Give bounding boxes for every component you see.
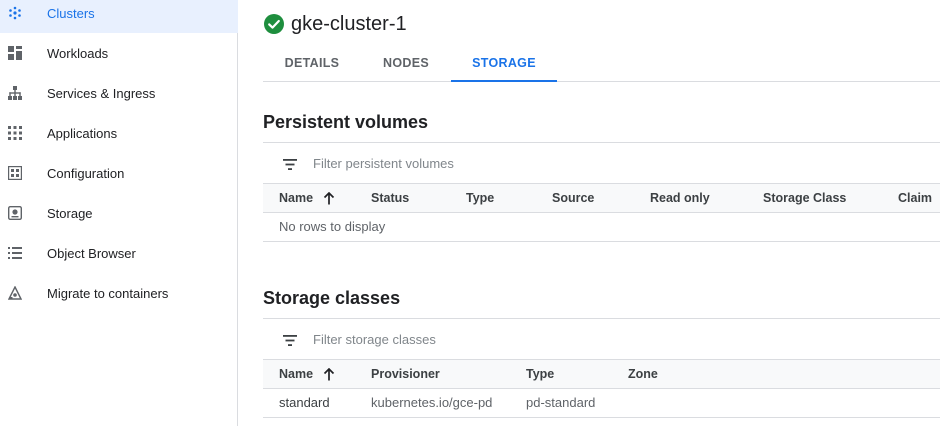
sidebar-item-storage[interactable]: Storage	[0, 193, 238, 233]
check-circle-icon	[264, 14, 284, 34]
workloads-icon	[7, 45, 23, 61]
tab-bar: DETAILS NODES STORAGE	[263, 44, 940, 82]
storage-classes-table-header: Name Provisioner Type Zone	[263, 359, 940, 389]
storage-classes-filter	[263, 318, 940, 359]
configuration-icon	[7, 165, 23, 181]
sidebar-item-label: Object Browser	[47, 245, 136, 261]
column-header-storage-class[interactable]: Storage Class	[763, 184, 846, 212]
page-header: gke-cluster-1	[264, 11, 407, 37]
arrow-up-icon	[323, 367, 335, 381]
sidebar-item-applications[interactable]: Applications	[0, 113, 238, 153]
storage-classes-title: Storage classes	[263, 288, 401, 308]
tab-nodes[interactable]: NODES	[361, 44, 451, 81]
empty-row: No rows to display	[263, 212, 940, 242]
sidebar-item-object-browser[interactable]: Object Browser	[0, 233, 238, 273]
column-header-label: Name	[279, 367, 314, 381]
filter-persistent-volumes-input[interactable]	[313, 153, 713, 173]
filter-storage-classes-input[interactable]	[313, 329, 713, 349]
tab-details[interactable]: DETAILS	[263, 44, 361, 81]
sidebar-item-label: Services & Ingress	[47, 85, 156, 101]
arrow-up-icon	[323, 191, 335, 205]
table-row[interactable]: standard kubernetes.io/gce-pd pd-standar…	[263, 388, 940, 418]
column-header-label: Name	[279, 191, 314, 205]
sidebar-item-services-ingress[interactable]: Services & Ingress	[0, 73, 238, 113]
page-title: gke-cluster-1	[291, 12, 407, 35]
storage-class-type: pd-standard	[526, 395, 596, 410]
column-header-claim[interactable]: Claim	[898, 184, 932, 212]
persistent-volumes-filter	[263, 142, 940, 183]
tab-storage[interactable]: STORAGE	[451, 44, 557, 82]
sidebar-item-label: Migrate to containers	[47, 285, 169, 301]
sidebar-item-workloads[interactable]: Workloads	[0, 33, 238, 73]
filter-icon[interactable]	[283, 333, 299, 346]
sidebar-item-label: Workloads	[47, 45, 109, 61]
sidebar-item-label: Applications	[47, 125, 118, 141]
column-header-read-only[interactable]: Read only	[650, 184, 710, 212]
sidebar-item-clusters[interactable]: Clusters	[0, 0, 238, 33]
storage-class-provisioner: kubernetes.io/gce-pd	[371, 395, 493, 410]
services-icon	[7, 85, 23, 101]
storage-class-name[interactable]: standard	[279, 388, 330, 417]
clusters-icon	[7, 5, 23, 21]
sidebar-item-label: Clusters	[47, 5, 95, 21]
storage-icon	[7, 205, 23, 221]
column-header-name[interactable]: Name	[279, 360, 335, 388]
sidebar: Clusters Workloads Services & Ingress Ap…	[0, 0, 238, 426]
persistent-volumes-table-header: Name Status Type Source Read only Storag…	[263, 183, 940, 213]
persistent-volumes-title: Persistent volumes	[263, 112, 429, 132]
migrate-icon	[7, 285, 23, 301]
sidebar-item-configuration[interactable]: Configuration	[0, 153, 238, 193]
column-header-provisioner[interactable]: Provisioner	[371, 360, 440, 388]
column-header-zone[interactable]: Zone	[628, 360, 658, 388]
sidebar-item-label: Configuration	[47, 165, 125, 181]
sidebar-item-label: Storage	[47, 205, 93, 221]
column-header-type[interactable]: Type	[466, 184, 494, 212]
column-header-source[interactable]: Source	[552, 184, 594, 212]
filter-icon[interactable]	[283, 157, 299, 170]
sidebar-item-migrate-to-containers[interactable]: Migrate to containers	[0, 273, 238, 313]
object-browser-icon	[7, 245, 23, 261]
main-content: gke-cluster-1 DETAILS NODES STORAGE Pers…	[239, 0, 940, 426]
empty-message: No rows to display	[279, 219, 386, 234]
column-header-type[interactable]: Type	[526, 360, 554, 388]
applications-icon	[7, 125, 23, 141]
column-header-name[interactable]: Name	[279, 184, 335, 212]
column-header-status[interactable]: Status	[371, 184, 409, 212]
